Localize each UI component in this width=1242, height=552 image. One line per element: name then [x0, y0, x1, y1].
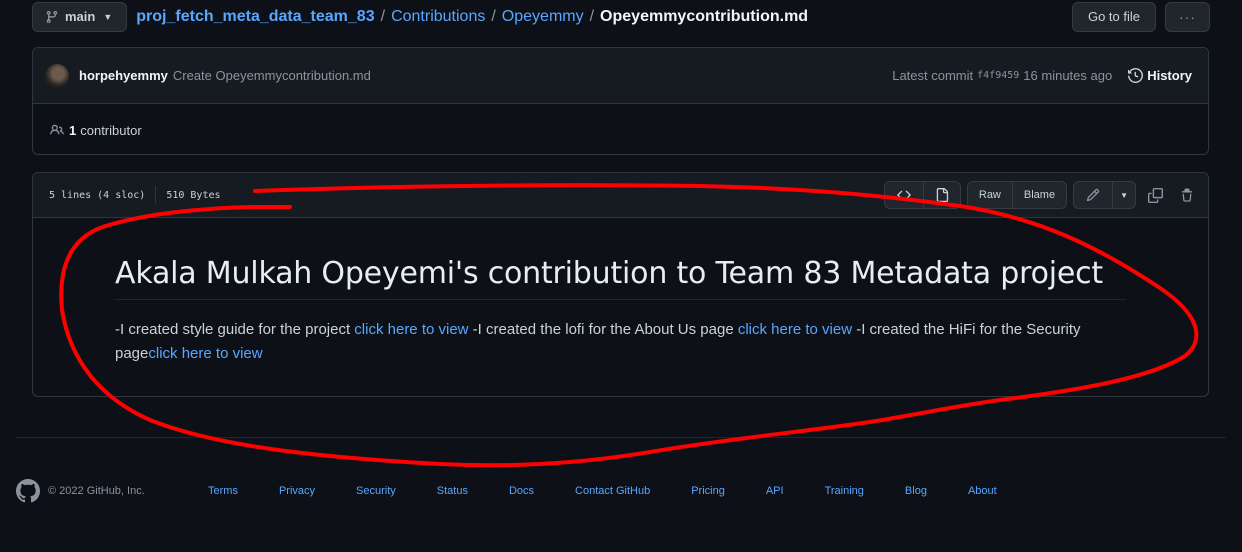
- chevron-down-icon: ▼: [103, 11, 113, 22]
- markdown-body: Akala Mulkah Opeyemi's contribution to T…: [33, 218, 1208, 366]
- commit-author-link[interactable]: horpehyemmy: [79, 68, 168, 83]
- view-toggle-group: [883, 181, 961, 209]
- preview-view-button[interactable]: [924, 182, 960, 208]
- file-line-count: 5 lines (4 sloc): [49, 189, 146, 201]
- more-options-button[interactable]: ···: [1165, 1, 1210, 32]
- chevron-down-icon: ▼: [1120, 190, 1128, 200]
- breadcrumb-subfolder-link[interactable]: Opeyemmy: [502, 8, 584, 26]
- breadcrumb-folder-link[interactable]: Contributions: [391, 8, 485, 26]
- markdown-heading: Akala Mulkah Opeyemi's contribution to T…: [115, 256, 1126, 300]
- footer-link-pricing[interactable]: Pricing: [691, 485, 725, 497]
- footer-link-blog[interactable]: Blog: [905, 485, 927, 497]
- history-icon: [1128, 68, 1144, 83]
- breadcrumb-current-file: Opeyemmycontribution.md: [600, 7, 809, 25]
- history-label: History: [1147, 68, 1192, 83]
- edit-button[interactable]: [1074, 182, 1114, 208]
- file-actions: Raw Blame ▼: [883, 181, 1200, 209]
- edit-group: ▼: [1073, 181, 1136, 209]
- footer-link-about[interactable]: About: [968, 485, 997, 497]
- commit-meta: Latest commit f4f9459 16 minutes ago His…: [892, 68, 1192, 83]
- raw-blame-group: Raw Blame: [966, 181, 1068, 209]
- contributor-count: 1: [69, 122, 77, 138]
- footer-divider: [16, 437, 1226, 438]
- file-icon: [936, 188, 948, 202]
- hifi-link[interactable]: click here to view: [148, 345, 262, 362]
- raw-button[interactable]: Raw: [968, 182, 1013, 208]
- file-navigation-bar: main ▼ proj_fetch_meta_data_team_83 / Co…: [32, 0, 1210, 33]
- blame-button[interactable]: Blame: [1013, 182, 1066, 208]
- contributors-row[interactable]: 1 contributor: [33, 104, 1208, 156]
- avatar[interactable]: [45, 63, 69, 88]
- footer-link-training[interactable]: Training: [825, 485, 864, 497]
- copy-icon: [1147, 187, 1163, 203]
- github-logo-icon[interactable]: [16, 479, 40, 503]
- footer-link-status[interactable]: Status: [437, 485, 468, 497]
- file-info: 5 lines (4 sloc) 510 Bytes: [49, 186, 221, 204]
- go-to-file-button[interactable]: Go to file: [1071, 1, 1156, 32]
- latest-commit-row: horpehyemmy Create Opeyemmycontribution.…: [33, 48, 1208, 104]
- file-size: 510 Bytes: [166, 189, 221, 201]
- breadcrumb-separator: /: [491, 7, 496, 25]
- branch-name: main: [65, 9, 96, 24]
- people-icon: [50, 124, 64, 135]
- paragraph-text: -I created style guide for the project: [115, 321, 355, 338]
- file-header: 5 lines (4 sloc) 510 Bytes Raw Blame ▼: [33, 173, 1208, 218]
- history-link[interactable]: History: [1128, 68, 1192, 83]
- breadcrumb-repo-link[interactable]: proj_fetch_meta_data_team_83: [136, 8, 374, 26]
- trash-icon: [1181, 188, 1193, 202]
- delete-button[interactable]: [1174, 181, 1200, 209]
- paragraph-text: -I created the lofi for the About Us pag…: [468, 321, 738, 338]
- divider: [155, 186, 157, 204]
- commit-info-box: horpehyemmy Create Opeyemmycontribution.…: [32, 47, 1209, 155]
- footer-links: Terms Privacy Security Status Docs Conta…: [208, 485, 997, 497]
- git-branch-icon: [46, 10, 58, 23]
- style-guide-link[interactable]: click here to view: [354, 321, 468, 338]
- markdown-paragraph: -I created style guide for the project c…: [115, 318, 1126, 366]
- lofi-link[interactable]: click here to view: [738, 321, 852, 338]
- commit-time: 16 minutes ago: [1023, 68, 1113, 83]
- footer-link-docs[interactable]: Docs: [509, 485, 534, 497]
- footer-link-contact[interactable]: Contact GitHub: [575, 485, 650, 497]
- footer: © 2022 GitHub, Inc. Terms Privacy Securi…: [16, 476, 1226, 506]
- edit-dropdown-button[interactable]: ▼: [1113, 182, 1135, 208]
- breadcrumb-separator: /: [589, 7, 595, 25]
- footer-link-terms[interactable]: Terms: [208, 485, 238, 497]
- footer-link-security[interactable]: Security: [356, 485, 396, 497]
- breadcrumb-separator: /: [380, 7, 386, 25]
- footer-copyright: © 2022 GitHub, Inc.: [48, 485, 145, 497]
- commit-sha-link[interactable]: f4f9459: [977, 70, 1019, 81]
- top-actions: Go to file ···: [1071, 1, 1210, 32]
- footer-link-privacy[interactable]: Privacy: [279, 485, 315, 497]
- footer-link-api[interactable]: API: [766, 485, 784, 497]
- branch-selector-button[interactable]: main ▼: [32, 1, 128, 32]
- contributor-label: contributor: [80, 122, 142, 138]
- code-icon: [897, 190, 911, 200]
- copy-button[interactable]: [1142, 181, 1168, 209]
- pencil-icon: [1086, 188, 1100, 202]
- latest-commit-label: Latest commit: [892, 68, 974, 83]
- commit-message-link[interactable]: Create Opeyemmycontribution.md: [173, 68, 371, 83]
- breadcrumb: proj_fetch_meta_data_team_83 / Contribut…: [136, 8, 808, 26]
- code-view-button[interactable]: [885, 182, 924, 208]
- file-viewer: 5 lines (4 sloc) 510 Bytes Raw Blame ▼ A…: [32, 172, 1209, 397]
